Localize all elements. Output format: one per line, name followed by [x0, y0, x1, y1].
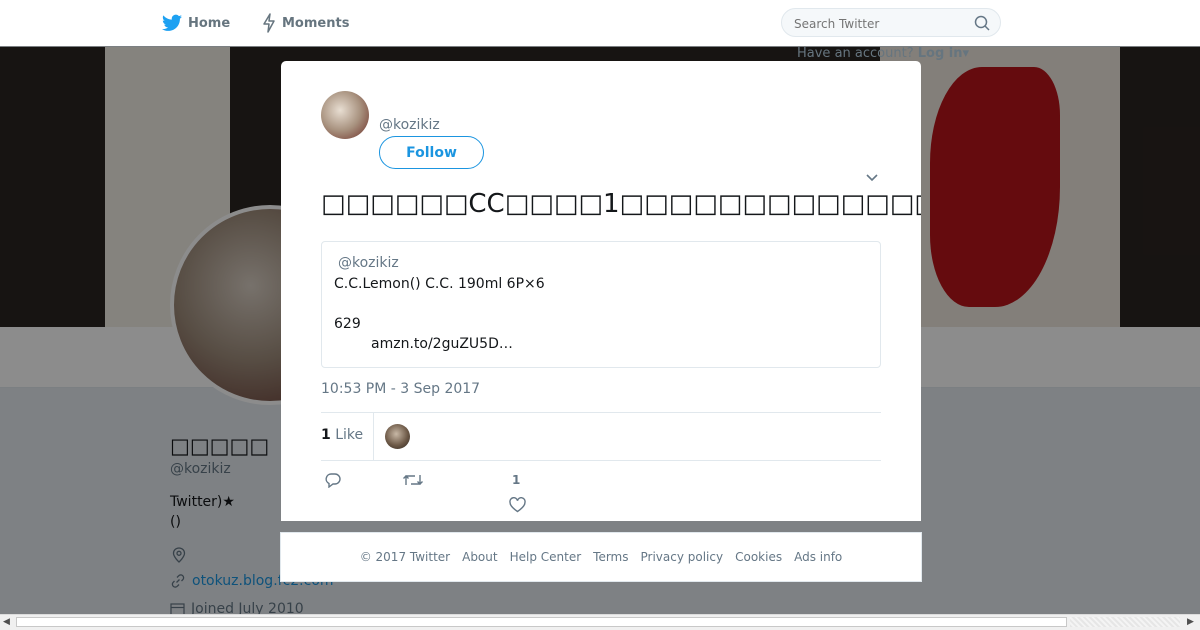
retweet-icon[interactable]: [402, 472, 424, 488]
stats-divider: [373, 413, 374, 460]
like-action-count: 1: [512, 473, 521, 487]
likes-count: 1: [321, 427, 331, 443]
footer-about[interactable]: About: [462, 550, 497, 564]
have-account-text: Have an account?: [797, 46, 914, 61]
modal-footer: © 2017 Twitter About Help Center Terms P…: [280, 532, 922, 582]
reply-icon[interactable]: [324, 472, 342, 488]
search-box: [781, 8, 1001, 38]
nav-home-label: Home: [188, 15, 231, 31]
twitter-bird-icon: [162, 14, 182, 31]
tweet-author-avatar[interactable]: [321, 91, 369, 139]
login-caret-icon[interactable]: ▾: [963, 46, 970, 61]
tweet-stats: 1 Like: [321, 412, 881, 461]
footer-ads-info[interactable]: Ads info: [794, 550, 842, 564]
login-link[interactable]: Log in: [918, 46, 963, 61]
close-icon[interactable]: [1154, 12, 1178, 36]
liker-avatar[interactable]: [385, 424, 410, 449]
footer-copyright: © 2017 Twitter: [359, 550, 451, 564]
quoted-tweet-handle: @kozikiz: [338, 255, 399, 271]
chevron-down-icon[interactable]: [865, 173, 879, 183]
quoted-tweet[interactable]: @kozikiz C.C.Lemon() C.C. 190ml 6P×6 629…: [321, 241, 881, 368]
quoted-tweet-link: amzn.to/2guZU5D…: [371, 336, 513, 352]
footer-help-center[interactable]: Help Center: [510, 550, 582, 564]
follow-button[interactable]: Follow: [379, 136, 484, 169]
login-prompt: Have an account? Log in▾: [797, 46, 969, 61]
tweet-modal: @kozikiz Follow □□□□□□CC□□□□1□□□□□□□□□□□…: [281, 61, 921, 521]
scroll-left-arrow-icon[interactable]: ◀: [3, 617, 10, 627]
tweet-author-handle[interactable]: @kozikiz: [379, 117, 440, 133]
nav-home[interactable]: Home: [162, 0, 230, 46]
horizontal-scrollbar[interactable]: ◀ ▶: [0, 614, 1200, 630]
heart-icon[interactable]: [509, 497, 526, 513]
scrollbar-track[interactable]: [1070, 617, 1180, 627]
footer-terms[interactable]: Terms: [593, 550, 628, 564]
tweet-text: □□□□□□CC□□□□1□□□□□□□□□□□□□□□□□□□□□□□□□□□…: [321, 189, 921, 219]
nav-moments[interactable]: Moments: [262, 0, 349, 46]
quoted-tweet-line: C.C.Lemon() C.C. 190ml 6P×6: [334, 276, 545, 292]
likes-stat[interactable]: 1 Like: [321, 427, 363, 443]
nav-moments-label: Moments: [282, 15, 350, 31]
scroll-right-arrow-icon[interactable]: ▶: [1187, 617, 1194, 627]
top-nav: Home Moments: [0, 0, 1200, 47]
likes-label: Like: [335, 427, 364, 443]
footer-cookies[interactable]: Cookies: [735, 550, 782, 564]
scrollbar-thumb[interactable]: [16, 617, 1067, 627]
search-icon[interactable]: [974, 15, 990, 31]
search-input[interactable]: [782, 9, 976, 38]
quoted-tweet-line: 629: [334, 316, 361, 332]
footer-privacy[interactable]: Privacy policy: [641, 550, 724, 564]
tweet-timestamp[interactable]: 10:53 PM - 3 Sep 2017: [321, 381, 480, 397]
lightning-icon: [263, 13, 275, 33]
